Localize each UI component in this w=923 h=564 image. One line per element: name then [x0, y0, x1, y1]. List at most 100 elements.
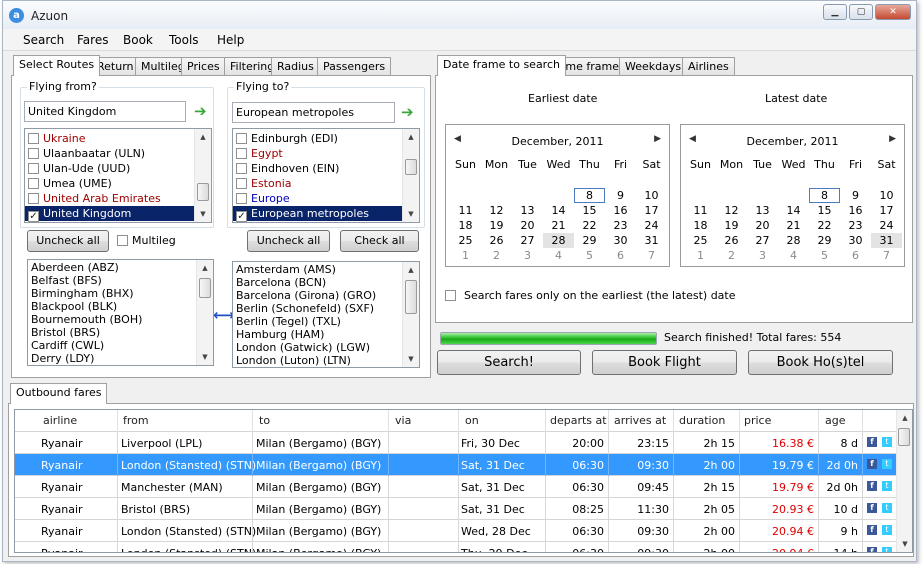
- tab-passengers[interactable]: Passengers: [317, 57, 392, 76]
- menu-tools[interactable]: Tools: [169, 33, 199, 47]
- calendar-day[interactable]: 28: [778, 233, 809, 248]
- col-divider[interactable]: [252, 410, 253, 432]
- facebook-share-icon[interactable]: f: [867, 481, 877, 491]
- calendar-day[interactable]: 1: [450, 248, 481, 263]
- calendar-day[interactable]: 9: [605, 188, 636, 203]
- col-divider[interactable]: [818, 410, 819, 432]
- to-country-scrollbar[interactable]: ▲ ▼: [402, 129, 419, 222]
- calendar-day[interactable]: 11: [685, 203, 716, 218]
- calendar-day[interactable]: 27: [512, 233, 543, 248]
- country-item[interactable]: Ukraine: [25, 131, 211, 146]
- twitter-share-icon[interactable]: t: [882, 481, 892, 491]
- calendar-day[interactable]: 22: [574, 218, 605, 233]
- country-item[interactable]: Edinburgh (EDI): [233, 131, 419, 146]
- next-month-icon[interactable]: ▶: [889, 134, 896, 144]
- scroll-thumb[interactable]: [405, 159, 417, 175]
- only-earliest-checkbox[interactable]: Search fares only on the earliest (the l…: [445, 289, 736, 302]
- calendar-day[interactable]: 4: [543, 248, 574, 263]
- country-item[interactable]: United Arab Emirates: [25, 191, 211, 206]
- calendar-day[interactable]: 14: [543, 203, 574, 218]
- col-from[interactable]: from: [123, 414, 149, 427]
- calendar-day[interactable]: 26: [716, 233, 747, 248]
- calendar-day[interactable]: 19: [481, 218, 512, 233]
- scroll-down-icon[interactable]: ▼: [403, 206, 419, 222]
- table-row[interactable]: Ryanair Liverpool (LPL) Milan (Bergamo) (B…: [15, 432, 897, 454]
- to-country-list[interactable]: Edinburgh (EDI) Egypt Eindhoven (EIN) Eston…: [232, 128, 420, 223]
- calendar-day[interactable]: 24: [871, 218, 902, 233]
- tab-radius[interactable]: Radius: [271, 57, 320, 76]
- table-row[interactable]: Ryanair Bristol (BRS) Milan (Bergamo) (BGY…: [15, 498, 897, 520]
- col-duration[interactable]: duration: [679, 414, 725, 427]
- calendar-day[interactable]: 21: [778, 218, 809, 233]
- tab-prices[interactable]: Prices: [181, 57, 226, 76]
- minimize-button[interactable]: ▁: [823, 4, 847, 20]
- calendar-day[interactable]: 9: [840, 188, 871, 203]
- scroll-thumb[interactable]: [898, 428, 910, 446]
- calendar-day[interactable]: 25: [685, 233, 716, 248]
- calendar-day[interactable]: 7: [636, 248, 667, 263]
- country-item[interactable]: Umea (UME): [25, 176, 211, 191]
- airport-item[interactable]: Birmingham (BHX): [28, 287, 213, 300]
- col-airline[interactable]: airline: [43, 414, 77, 427]
- calendar-day[interactable]: 2: [481, 248, 512, 263]
- airport-item[interactable]: Berlin (Schonefeld) (SXF): [233, 302, 419, 315]
- calendar-day[interactable]: 5: [574, 248, 605, 263]
- calendar-day[interactable]: 31: [871, 233, 902, 248]
- calendar-day[interactable]: 29: [809, 233, 840, 248]
- calendar-day[interactable]: 21: [543, 218, 574, 233]
- tab-outbound-fares[interactable]: Outbound fares: [10, 383, 108, 404]
- col-age[interactable]: age: [825, 414, 846, 427]
- calendar-day[interactable]: 11: [450, 203, 481, 218]
- from-country-scrollbar[interactable]: ▲ ▼: [194, 129, 211, 222]
- from-airport-list[interactable]: Aberdeen (ABZ) Belfast (BFS) Birmingham (B…: [27, 259, 214, 366]
- calendar-day[interactable]: 16: [840, 203, 871, 218]
- facebook-share-icon[interactable]: f: [867, 459, 877, 469]
- table-row[interactable]: Ryanair London (Stansted) (STN)Milan (Ber…: [15, 520, 897, 542]
- calendar-day[interactable]: 5: [809, 248, 840, 263]
- calendar-day[interactable]: 16: [605, 203, 636, 218]
- country-checkbox[interactable]: [28, 193, 39, 204]
- table-row[interactable]: Ryanair London (Stansted) (STN)Milan (Ber…: [15, 454, 897, 476]
- tab-date-frame[interactable]: Date frame to search: [437, 55, 566, 76]
- twitter-share-icon[interactable]: t: [882, 547, 892, 552]
- calendar-day[interactable]: 15: [809, 203, 840, 218]
- calendar-day[interactable]: 6: [605, 248, 636, 263]
- scroll-thumb[interactable]: [197, 183, 209, 201]
- to-go-arrow-icon[interactable]: ➔: [401, 105, 417, 120]
- calendar-day[interactable]: 10: [871, 188, 902, 203]
- airport-item[interactable]: London (Gatwick) (LGW): [233, 341, 419, 354]
- multileg-checkbox[interactable]: Multileg: [117, 234, 176, 247]
- col-divider[interactable]: [458, 410, 459, 432]
- title-bar[interactable]: a Azuon ▁ ▢ ✕: [3, 1, 916, 29]
- facebook-share-icon[interactable]: f: [867, 525, 877, 535]
- menu-fares[interactable]: Fares: [77, 33, 108, 47]
- book-flight-button[interactable]: Book Flight: [592, 350, 737, 375]
- airport-item[interactable]: Barcelona (BCN): [233, 276, 419, 289]
- country-checkbox[interactable]: ✓: [236, 211, 247, 222]
- col-divider[interactable]: [862, 410, 863, 432]
- to-airport-scrollbar[interactable]: ▲ ▼: [402, 262, 419, 367]
- calendar-day[interactable]: 23: [605, 218, 636, 233]
- airport-item[interactable]: Blackpool (BLK): [28, 300, 213, 313]
- country-checkbox[interactable]: [28, 163, 39, 174]
- calendar-day[interactable]: 30: [840, 233, 871, 248]
- tab-weekdays[interactable]: Weekdays: [619, 57, 688, 76]
- col-divider[interactable]: [545, 410, 546, 432]
- calendar-day[interactable]: 12: [716, 203, 747, 218]
- calendar-day[interactable]: 13: [512, 203, 543, 218]
- search-button[interactable]: Search!: [437, 350, 581, 375]
- col-divider[interactable]: [388, 410, 389, 432]
- maximize-button[interactable]: ▢: [849, 4, 873, 20]
- col-price[interactable]: price: [744, 414, 771, 427]
- twitter-share-icon[interactable]: t: [882, 503, 892, 513]
- from-go-arrow-icon[interactable]: ➔: [194, 104, 210, 119]
- twitter-share-icon[interactable]: t: [882, 437, 892, 447]
- country-checkbox[interactable]: [28, 178, 39, 189]
- facebook-share-icon[interactable]: f: [867, 503, 877, 513]
- calendar-day[interactable]: 31: [636, 233, 667, 248]
- country-item[interactable]: Ulaanbaatar (ULN): [25, 146, 211, 161]
- country-checkbox[interactable]: [236, 193, 247, 204]
- country-item[interactable]: ✓ United Kingdom: [25, 206, 211, 222]
- airport-item[interactable]: Derry (LDY): [28, 352, 213, 365]
- tab-airlines[interactable]: Airlines: [682, 57, 735, 76]
